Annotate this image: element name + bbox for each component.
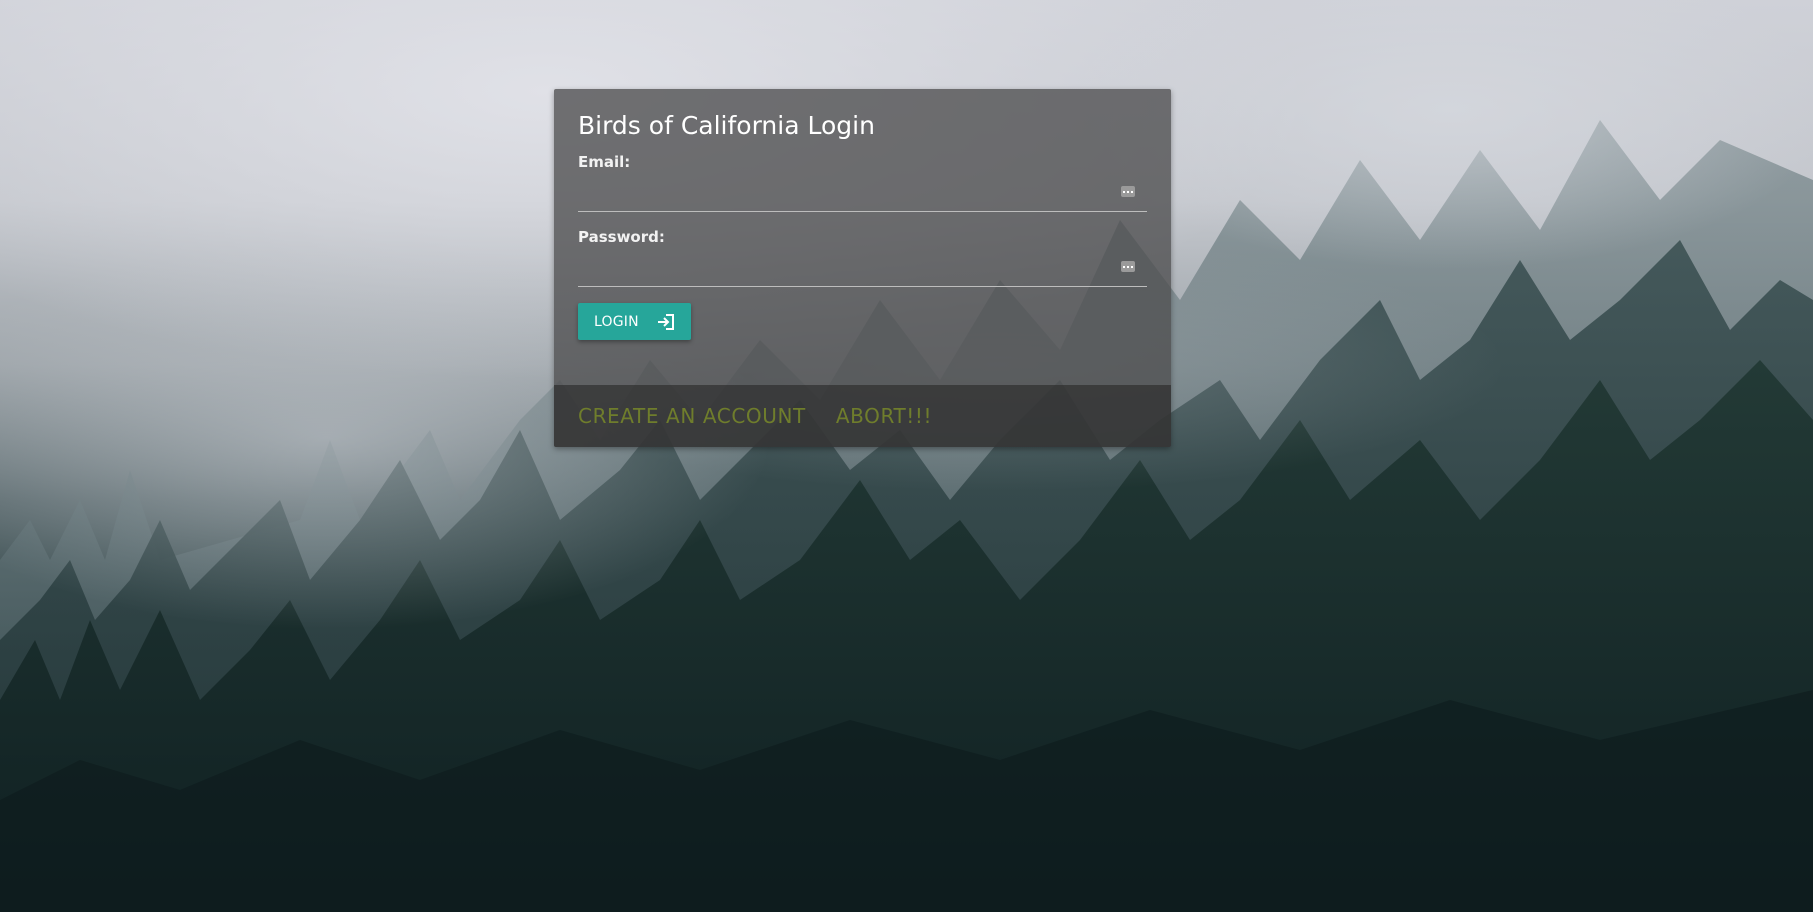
login-enter-icon [657, 313, 674, 330]
login-card: Birds of California Login Email: Passwor… [554, 89, 1171, 447]
password-field[interactable] [578, 250, 1122, 284]
login-card-content: Birds of California Login Email: Passwor… [554, 89, 1171, 364]
page-title: Birds of California Login [578, 111, 875, 140]
create-account-link[interactable]: CREATE AN ACCOUNT [578, 404, 806, 428]
email-field-container [578, 171, 1147, 212]
login-button-label: LOGIN [594, 313, 639, 330]
password-field-container [578, 246, 1147, 287]
email-label: Email: [578, 153, 631, 171]
abort-link[interactable]: ABORT!!! [836, 404, 932, 428]
password-manager-key-icon[interactable] [1121, 186, 1135, 197]
password-label: Password: [578, 228, 665, 246]
email-field[interactable] [578, 175, 1122, 209]
card-action-bar: CREATE AN ACCOUNT ABORT!!! [554, 385, 1171, 447]
login-button[interactable]: LOGIN [578, 303, 691, 340]
password-manager-key-icon[interactable] [1121, 261, 1135, 272]
